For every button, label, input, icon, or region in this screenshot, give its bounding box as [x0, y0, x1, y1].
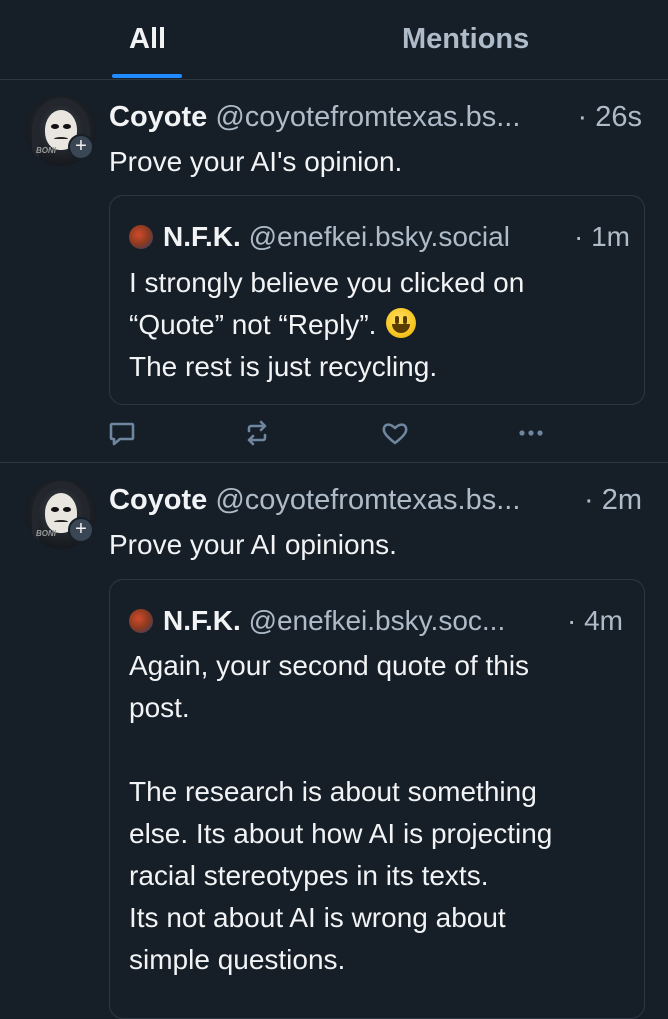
- quote-line: The research is about something: [129, 776, 537, 807]
- quote-avatar: [129, 225, 153, 249]
- active-tab-indicator: [112, 74, 182, 78]
- grinning-face-emoji: [386, 308, 417, 338]
- author-handle[interactable]: @coyotefromtexas.bs...: [215, 484, 520, 516]
- quote-line-with-emoji: “Quote” not “Reply”.: [129, 304, 639, 346]
- quoted-post[interactable]: N.F.K. @enefkei.bsky.soc... · 4m Again, …: [109, 579, 645, 1019]
- quote-header: N.F.K. @enefkei.bsky.soc...: [163, 604, 505, 638]
- more-icon[interactable]: [516, 418, 546, 448]
- avatar-signature: BONI: [36, 529, 56, 538]
- quote-line: I strongly believe you clicked on: [129, 267, 525, 298]
- reply-icon[interactable]: [107, 418, 137, 448]
- post-time[interactable]: · 26s: [578, 100, 642, 134]
- follow-plus-icon[interactable]: +: [68, 517, 94, 543]
- quote-time: · 4m: [567, 605, 623, 636]
- quote-author-name: N.F.K.: [163, 605, 241, 636]
- author-name[interactable]: Coyote: [109, 101, 207, 133]
- quote-line: else. Its about how AI is projecting: [129, 818, 553, 849]
- post-header: Coyote @coyotefromtexas.bs...: [109, 483, 520, 517]
- quote-line: Its not about AI is wrong about: [129, 902, 506, 933]
- quote-time: · 1m: [574, 221, 630, 252]
- quote-line: The rest is just recycling.: [129, 351, 438, 382]
- post-text: Prove your AI's opinion.: [109, 146, 403, 177]
- quote-avatar: [129, 609, 153, 633]
- quote-header: N.F.K. @enefkei.bsky.social: [163, 220, 510, 254]
- quote-line: “Quote” not “Reply”.: [129, 309, 377, 340]
- feed-post[interactable]: BONI + Coyote @coyotefromtexas.bs... · 2…: [0, 464, 668, 1019]
- quote-line: racial stereotypes in its texts.: [129, 860, 489, 891]
- tab-mentions[interactable]: Mentions: [402, 20, 529, 58]
- author-name[interactable]: Coyote: [109, 484, 207, 516]
- feed-post[interactable]: BONI + Coyote @coyotefromtexas.bs... · 2…: [0, 81, 668, 463]
- quote-line: Again, your second quote of this: [129, 650, 530, 681]
- quote-author-handle: @enefkei.bsky.soc...: [248, 605, 506, 636]
- repost-icon[interactable]: [242, 418, 272, 448]
- follow-plus-icon[interactable]: +: [68, 134, 94, 160]
- quote-author-name: N.F.K.: [163, 221, 241, 252]
- tab-all[interactable]: All: [129, 20, 166, 58]
- avatar-signature: BONI: [36, 146, 56, 155]
- post-header: Coyote @coyotefromtexas.bs...: [109, 100, 520, 134]
- author-handle[interactable]: @coyotefromtexas.bs...: [215, 101, 520, 133]
- quote-line: post.: [129, 692, 190, 723]
- post-text: Prove your AI opinions.: [109, 529, 397, 560]
- quote-text: Again, your second quote of this post. T…: [129, 645, 639, 981]
- post-actions: [0, 418, 668, 448]
- like-icon[interactable]: [380, 418, 410, 448]
- quote-text: I strongly believe you clicked on “Quote…: [129, 262, 639, 388]
- post-time[interactable]: · 2m: [584, 483, 642, 517]
- quoted-post[interactable]: N.F.K. @enefkei.bsky.social · 1m I stron…: [109, 195, 645, 405]
- quote-line: [129, 729, 639, 771]
- notification-tabs: All Mentions: [0, 0, 668, 80]
- quote-author-handle: @enefkei.bsky.social: [248, 221, 510, 252]
- quote-line: simple questions.: [129, 944, 346, 975]
